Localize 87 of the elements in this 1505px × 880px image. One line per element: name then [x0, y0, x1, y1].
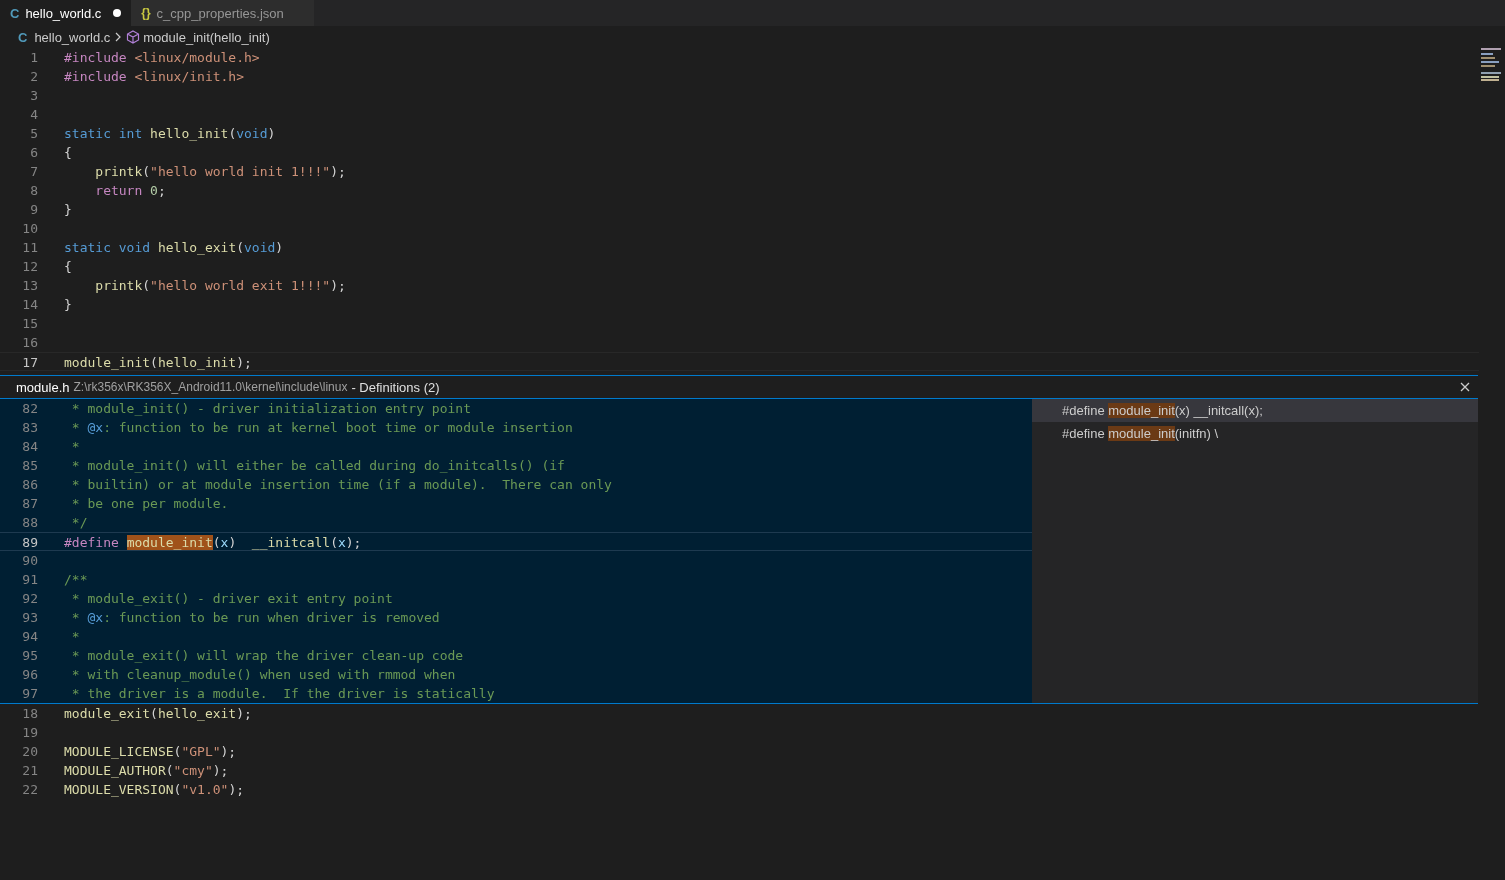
code-line: * module_exit() - driver exit entry point [70, 590, 393, 608]
definition-item[interactable]: #define module_init(initfn) \ [1032, 422, 1478, 445]
line-number: 8 [29, 182, 38, 200]
code-line: module_init(hello_init); [64, 354, 252, 370]
code-line: * @x: function to be run when driver is removed [70, 609, 440, 627]
code-line: { [64, 144, 72, 162]
line-number: 94 [21, 628, 38, 646]
code-line: * be one per module. [70, 495, 229, 513]
code-line: #include <linux/init.h> [64, 68, 245, 86]
line-number: 89 [21, 534, 38, 550]
code-line: * module_init() - driver initialization entry point [70, 400, 471, 418]
peek-file-name: module.h [16, 379, 70, 395]
line-number: 1 [29, 49, 38, 67]
cube-icon [126, 30, 141, 44]
code-line: */ [70, 514, 88, 532]
line-number: 19 [21, 724, 38, 742]
code-line: { [64, 258, 72, 276]
code-line: return 0; [94, 182, 166, 200]
breadcrumb-item[interactable]: hello_world.c [34, 29, 111, 45]
code-line: * module_exit() will wrap the driver clean-up code [70, 647, 464, 665]
definition-item[interactable]: #define module_init(x) __initcall(x); [1032, 399, 1478, 422]
tab-label: hello_world.c [25, 5, 102, 21]
code-line: printk("hello world init 1!!!"); [94, 163, 346, 181]
code-line: * [70, 438, 80, 456]
breadcrumb-item[interactable]: module_init(hello_init) [143, 29, 270, 45]
line-number: 88 [21, 514, 38, 532]
code-line: static int hello_init(void) [64, 125, 276, 143]
line-number: 83 [21, 419, 38, 437]
code-line: MODULE_LICENSE("GPL"); [64, 743, 237, 761]
code-line: } [64, 201, 72, 219]
line-number: 20 [21, 743, 38, 761]
line-number: 9 [29, 201, 38, 219]
code-line: MODULE_AUTHOR("cmy"); [64, 762, 229, 780]
code-line: /** [64, 571, 88, 589]
line-number: 10 [21, 220, 38, 238]
code-line: MODULE_VERSION("v1.0"); [64, 781, 245, 799]
code-line: #define module_init(x) __initcall(x); [64, 534, 362, 550]
line-number: 13 [21, 277, 38, 295]
code-line: * [70, 628, 80, 646]
line-number: 87 [21, 495, 38, 513]
line-number: 96 [21, 666, 38, 684]
line-number: 93 [21, 609, 38, 627]
line-number: 91 [21, 571, 38, 589]
json-file-icon: {} [141, 6, 151, 20]
file-path: Z:\rk356x\RK356X_Android11.0\kernel\include\linux [73, 380, 348, 394]
code-line: * builtin) or at module insertion time (if a module). There can only [70, 476, 612, 494]
line-number: 90 [21, 552, 38, 570]
code-line: * the driver is a module. If the driver is statically [70, 685, 495, 703]
line-number: 84 [21, 438, 38, 456]
line-number: 17 [21, 354, 38, 370]
line-number: 92 [21, 590, 38, 608]
line-number: 2 [29, 68, 38, 86]
line-number: 5 [29, 125, 38, 143]
line-number: 21 [21, 762, 38, 780]
c-file-icon: C [10, 5, 20, 21]
code-line: * @x: function to be run at kernel boot time or module insertion [70, 419, 573, 437]
chevron-icon [114, 32, 123, 42]
line-number: 16 [21, 334, 38, 352]
peek-title: - Definitions (2) [351, 379, 440, 395]
code-line: * with cleanup_module() when used with rmmod when [70, 666, 456, 684]
line-number: 86 [21, 476, 38, 494]
code-line: module_exit(hello_exit); [64, 705, 252, 723]
code-line: } [64, 296, 72, 314]
line-number: 85 [21, 457, 38, 475]
line-number: 6 [29, 144, 38, 162]
code-line: * module_init() will either be called during do_initcalls() (if [70, 457, 565, 475]
line-number: 11 [21, 239, 38, 257]
editor-tab[interactable]: C hello_world.c [0, 0, 132, 26]
tab-label: c_cpp_properties.json [156, 5, 284, 21]
line-number: 14 [21, 296, 38, 314]
line-number: 12 [21, 258, 38, 276]
line-number: 7 [29, 163, 38, 181]
line-number: 97 [21, 685, 38, 703]
line-number: 95 [21, 647, 38, 665]
line-number: 15 [21, 315, 38, 333]
line-number: 3 [29, 87, 38, 105]
line-number: 82 [21, 400, 38, 418]
minimap-drawing[interactable] [1479, 48, 1501, 82]
line-number: 18 [21, 705, 38, 723]
c-file-icon: C [18, 29, 28, 45]
code-line: static void hello_exit(void) [64, 239, 284, 257]
line-number: 4 [29, 106, 38, 124]
line-number: 22 [21, 781, 38, 799]
editor-tab[interactable]: {} c_cpp_properties.json [131, 0, 314, 26]
code-line: printk("hello world exit 1!!!"); [94, 277, 346, 295]
code-line: #include <linux/module.h> [64, 49, 260, 67]
close-icon[interactable] [1460, 382, 1470, 392]
